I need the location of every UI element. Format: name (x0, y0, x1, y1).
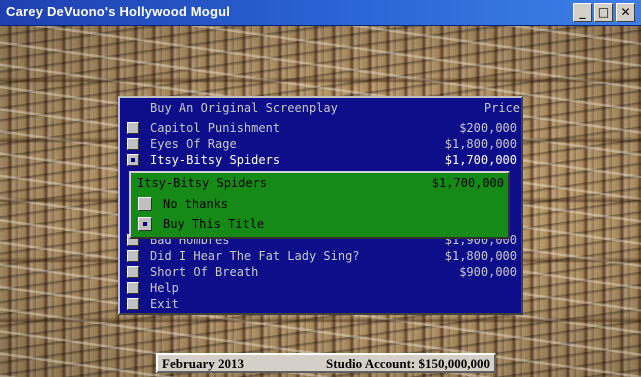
menu-item-price: $900,000 (459, 265, 517, 279)
minimize-button[interactable]: _ (573, 3, 592, 22)
menu-item-fat-lady-sing[interactable]: Did I Hear The Fat Lady Sing? $1,800,000 (120, 248, 521, 264)
option-label: No thanks (163, 197, 229, 211)
menu-item-checkbox-selected[interactable] (127, 154, 139, 166)
menu-item-checkbox[interactable] (127, 298, 139, 310)
menu-item-label: Eyes Of Rage (150, 137, 237, 151)
status-bar: February 2013 Studio Account: $150,000,0… (156, 353, 496, 373)
close-button[interactable]: ✕ (616, 3, 635, 22)
option-no-thanks[interactable]: No thanks (131, 195, 508, 213)
window-title: Carey DeVuono's Hollywood Mogul (6, 4, 231, 19)
menu-item-label: Exit (150, 297, 179, 311)
option-label: Buy This Title (163, 217, 265, 231)
menu-item-short-of-breath[interactable]: Short Of Breath $900,000 (120, 264, 521, 280)
title-bar: Carey DeVuono's Hollywood Mogul _ □ ✕ (0, 0, 641, 26)
menu-item-label: Did I Hear The Fat Lady Sing? (150, 249, 360, 263)
menu-title: Buy An Original Screenplay (150, 101, 338, 115)
menu-item-label: Capitol Punishment (150, 121, 281, 135)
menu-item-checkbox[interactable] (127, 138, 139, 150)
menu-item-price: $1,700,000 (444, 153, 517, 167)
current-date: February 2013 (162, 356, 244, 371)
menu-item-checkbox[interactable] (127, 266, 139, 278)
popup-title: Itsy-Bitsy Spiders (137, 176, 268, 190)
menu-item-exit[interactable]: Exit (120, 296, 521, 312)
popup-price: $1,700,000 (431, 176, 504, 190)
menu-item-eyes-of-rage[interactable]: Eyes Of Rage $1,800,000 (120, 136, 521, 152)
menu-item-help[interactable]: Help (120, 280, 521, 296)
menu-header: Buy An Original Screenplay Price (150, 101, 522, 117)
menu-item-price: $1,800,000 (444, 249, 517, 263)
menu-item-label: Help (150, 281, 179, 295)
option-buy-this-title[interactable]: Buy This Title (131, 215, 508, 233)
menu-item-itsy-bitsy-spiders[interactable]: Itsy-Bitsy Spiders $1,700,000 (120, 152, 521, 168)
menu-item-price: $200,000 (459, 121, 517, 135)
menu-item-label: Itsy-Bitsy Spiders (150, 153, 281, 167)
maximize-button[interactable]: □ (594, 3, 613, 22)
option-checkbox[interactable] (138, 197, 152, 211)
menu-item-label: Short Of Breath (150, 265, 259, 279)
menu-item-capitol-punishment[interactable]: Capitol Punishment $200,000 (120, 120, 521, 136)
studio-account-balance: Studio Account: $150,000,000 (326, 356, 490, 371)
menu-item-checkbox[interactable] (127, 122, 139, 134)
menu-item-checkbox[interactable] (127, 250, 139, 262)
price-column-header: Price (483, 101, 520, 115)
option-checkbox-selected[interactable] (138, 217, 152, 231)
purchase-confirm-popup: Itsy-Bitsy Spiders $1,700,000 No thanks … (129, 171, 510, 239)
menu-item-checkbox[interactable] (127, 282, 139, 294)
menu-item-price: $1,800,000 (444, 137, 517, 151)
